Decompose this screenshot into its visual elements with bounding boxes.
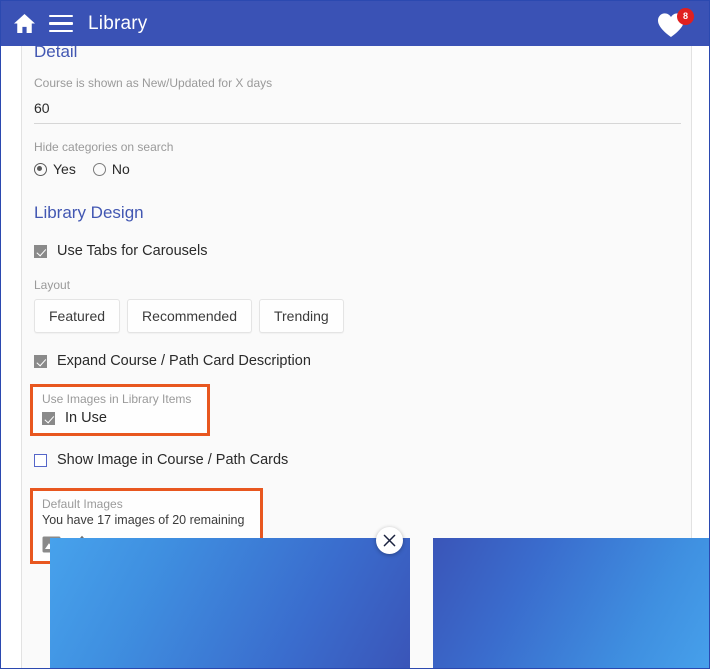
use-tabs-for-carousels-checkbox[interactable]: Use Tabs for Carousels	[34, 243, 681, 260]
use-images-highlight-wrapper: Use Images in Library Items In Use	[30, 384, 681, 436]
new-updated-days-label: Course is shown as New/Updated for X day…	[34, 76, 273, 90]
default-images-quota-note: You have 17 images of 20 remaining	[42, 513, 245, 527]
scroll-content[interactable]: Detail Course is shown as New/Updated fo…	[2, 46, 709, 668]
default-image-thumbnail-1[interactable]	[50, 538, 410, 668]
layout-button-group: Featured Recommended Trending	[34, 299, 681, 333]
detail-section-heading: Detail	[34, 46, 78, 58]
expand-card-description-checkbox[interactable]: Expand Course / Path Card Description	[34, 353, 681, 370]
settings-panel-inner: Detail Course is shown as New/Updated fo…	[22, 46, 691, 564]
checkbox-unchecked-icon	[34, 454, 47, 467]
use-images-highlight-box: Use Images in Library Items In Use	[30, 384, 211, 436]
radio-unselected-icon	[92, 162, 106, 176]
show-image-in-cards-checkbox[interactable]: Show Image in Course / Path Cards	[34, 452, 681, 469]
hide-categories-no-label: No	[111, 161, 130, 177]
checkbox-checked-icon	[34, 245, 47, 258]
use-images-in-use-label: In Use	[65, 410, 107, 426]
layout-button-recommended[interactable]: Recommended	[127, 299, 252, 333]
app-header-bar: Library 8	[1, 1, 709, 46]
hide-categories-field: Hide categories on search Yes No	[34, 140, 681, 177]
library-settings-screen: Library 8 Detail Course is shown as New/…	[0, 0, 710, 669]
hide-categories-label: Hide categories on search	[34, 140, 174, 154]
default-images-gallery	[22, 538, 709, 668]
checkbox-checked-icon	[42, 412, 55, 425]
hide-categories-radio-no[interactable]: No	[92, 161, 130, 177]
show-image-in-cards-label: Show Image in Course / Path Cards	[57, 452, 289, 468]
remove-image-button[interactable]	[376, 527, 403, 554]
hide-categories-radio-group: Yes No	[34, 161, 681, 177]
layout-button-featured[interactable]: Featured	[34, 299, 121, 333]
new-updated-days-field[interactable]: Course is shown as New/Updated for X day…	[34, 76, 681, 124]
favorites-button[interactable]: 8	[655, 7, 695, 41]
page-title: Library	[88, 13, 148, 34]
use-tabs-for-carousels-label: Use Tabs for Carousels	[57, 243, 208, 259]
home-icon[interactable]	[13, 13, 36, 34]
header-left-group: Library	[13, 13, 147, 34]
favorites-count-badge: 8	[677, 7, 694, 25]
default-image-thumbnail-2[interactable]	[433, 538, 709, 668]
new-updated-days-input[interactable]: 60	[34, 99, 681, 117]
default-images-label: Default Images	[42, 497, 123, 511]
hide-categories-yes-label: Yes	[53, 161, 76, 177]
library-design-heading: Library Design	[34, 203, 144, 222]
layout-field: Layout Featured Recommended Trending	[34, 278, 681, 333]
hide-categories-radio-yes[interactable]: Yes	[34, 161, 76, 177]
expand-card-description-label: Expand Course / Path Card Description	[57, 353, 311, 369]
use-images-in-use-checkbox[interactable]: In Use	[42, 410, 191, 427]
hamburger-menu-icon[interactable]	[49, 15, 73, 32]
close-x-icon	[383, 534, 396, 547]
settings-panel: Detail Course is shown as New/Updated fo…	[21, 46, 709, 668]
layout-button-trending[interactable]: Trending	[258, 299, 344, 333]
layout-label: Layout	[34, 278, 71, 292]
radio-selected-icon	[34, 162, 47, 176]
checkbox-checked-icon	[34, 355, 47, 368]
use-images-label: Use Images in Library Items	[42, 392, 192, 406]
